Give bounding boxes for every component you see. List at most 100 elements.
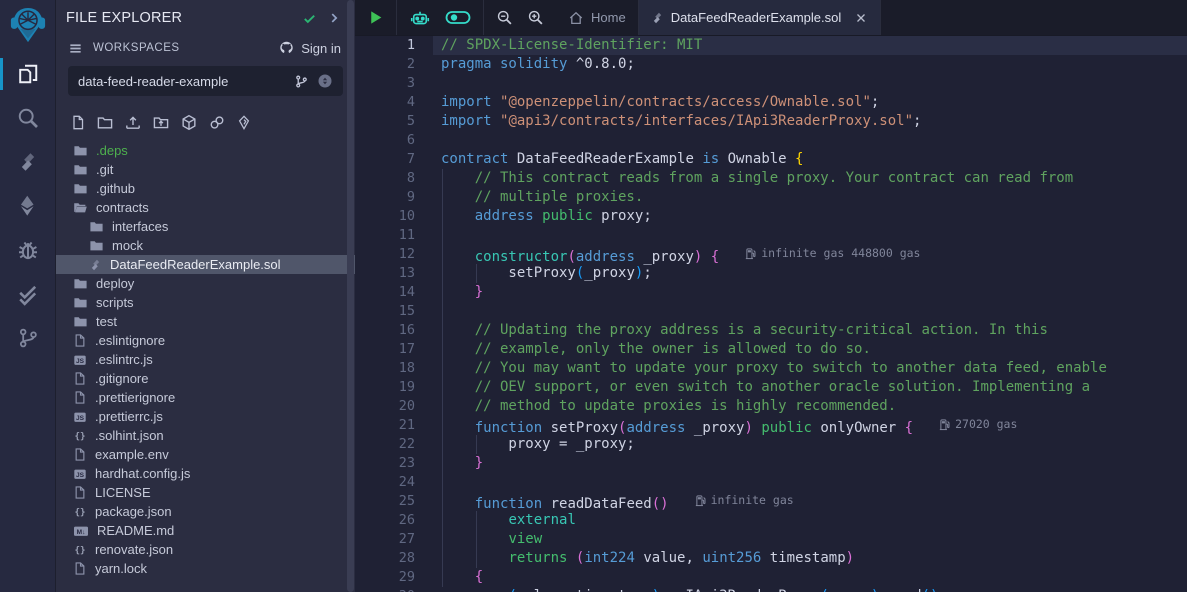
line-number[interactable]: 29 — [355, 568, 441, 587]
code-line[interactable]: 3 — [355, 74, 1187, 93]
solidity-compiler-icon[interactable] — [0, 140, 55, 184]
tree-item-mock[interactable]: mock — [56, 236, 355, 255]
code-line[interactable]: 8 // This contract reads from a single p… — [355, 169, 1187, 188]
new-folder-icon[interactable] — [96, 114, 114, 131]
tree-item-yarn-lock[interactable]: yarn.lock — [56, 559, 355, 578]
line-number[interactable]: 18 — [355, 359, 441, 378]
code-line[interactable]: 11 — [355, 226, 1187, 245]
tree-item-deploy[interactable]: deploy — [56, 274, 355, 293]
code-line[interactable]: 1// SPDX-License-Identifier: MIT — [355, 36, 1187, 55]
sign-in-button[interactable]: Sign in — [278, 40, 341, 56]
code-text[interactable]: (value, timestamp) = IApi3ReaderProxy(pr… — [441, 587, 1187, 592]
tree-item--eslintrc-js[interactable]: JS.eslintrc.js — [56, 350, 355, 369]
code-line[interactable]: 14 } — [355, 283, 1187, 302]
line-number[interactable]: 12 — [355, 245, 441, 264]
code-line[interactable]: 19 // OEV support, or even switch to ano… — [355, 378, 1187, 397]
code-text[interactable]: // Updating the proxy address is a secur… — [441, 321, 1187, 340]
search-icon[interactable] — [0, 96, 55, 140]
code-editor[interactable]: 1// SPDX-License-Identifier: MIT2pragma … — [355, 35, 1187, 592]
line-number[interactable]: 23 — [355, 454, 441, 473]
file-explorer-icon[interactable] — [0, 52, 55, 96]
line-number[interactable]: 10 — [355, 207, 441, 226]
code-text[interactable]: pragma solidity ^0.8.0; — [441, 55, 1187, 74]
tree-item-example-env[interactable]: example.env — [56, 445, 355, 464]
code-line[interactable]: 15 — [355, 302, 1187, 321]
code-line[interactable]: 12 constructor(address _proxy) {infinite… — [355, 245, 1187, 264]
code-text[interactable]: address public proxy; — [441, 207, 1187, 226]
code-text[interactable]: external — [441, 511, 1187, 530]
workspace-selector[interactable]: data-feed-reader-example — [68, 66, 343, 96]
line-number[interactable]: 6 — [355, 131, 441, 150]
code-text[interactable]: // example, only the owner is allowed to… — [441, 340, 1187, 359]
line-number[interactable]: 3 — [355, 74, 441, 93]
tree-item--gitignore[interactable]: .gitignore — [56, 369, 355, 388]
code-line[interactable]: 24 — [355, 473, 1187, 492]
remix-logo-icon[interactable] — [0, 0, 55, 52]
code-line[interactable]: 29 { — [355, 568, 1187, 587]
code-text[interactable] — [441, 131, 1187, 150]
line-number[interactable]: 22 — [355, 435, 441, 454]
zoom-out-icon[interactable] — [496, 9, 513, 26]
code-line[interactable]: 17 // example, only the owner is allowed… — [355, 340, 1187, 359]
code-text[interactable] — [441, 302, 1187, 321]
code-text[interactable] — [441, 473, 1187, 492]
code-line[interactable]: 7contract DataFeedReaderExample is Ownab… — [355, 150, 1187, 169]
code-line[interactable]: 27 view — [355, 530, 1187, 549]
code-text[interactable]: import "@openzeppelin/contracts/access/O… — [441, 93, 1187, 112]
git-branch-icon[interactable] — [294, 74, 309, 89]
code-line[interactable]: 28 returns (int224 value, uint256 timest… — [355, 549, 1187, 568]
panel-chevron-right-icon[interactable] — [327, 11, 341, 25]
gem-icon[interactable] — [236, 114, 252, 131]
tree-item-hardhat-config-js[interactable]: JShardhat.config.js — [56, 464, 355, 483]
line-number[interactable]: 26 — [355, 511, 441, 530]
tree-item-test[interactable]: test — [56, 312, 355, 331]
tree-item-scripts[interactable]: scripts — [56, 293, 355, 312]
ai-copilot-icon[interactable] — [409, 8, 431, 28]
code-text[interactable]: // You may want to update your proxy to … — [441, 359, 1187, 378]
line-number[interactable]: 17 — [355, 340, 441, 359]
publish-gist-icon[interactable] — [208, 114, 226, 131]
new-file-icon[interactable] — [70, 114, 86, 131]
code-line[interactable]: 4import "@openzeppelin/contracts/access/… — [355, 93, 1187, 112]
line-number[interactable]: 5 — [355, 112, 441, 131]
line-number[interactable]: 16 — [355, 321, 441, 340]
code-line[interactable]: 10 address public proxy; — [355, 207, 1187, 226]
code-text[interactable]: } — [441, 454, 1187, 473]
code-text[interactable]: // OEV support, or even switch to anothe… — [441, 378, 1187, 397]
code-line[interactable]: 23 } — [355, 454, 1187, 473]
line-number[interactable]: 14 — [355, 283, 441, 302]
code-text[interactable]: constructor(address _proxy) {infinite ga… — [441, 245, 1187, 264]
upload-folder-icon[interactable] — [152, 114, 170, 131]
code-text[interactable] — [441, 74, 1187, 93]
code-text[interactable]: function setProxy(address _proxy) public… — [441, 416, 1187, 435]
code-line[interactable]: 5import "@api3/contracts/interfaces/IApi… — [355, 112, 1187, 131]
tree-item-contracts[interactable]: contracts — [56, 198, 355, 217]
line-number[interactable]: 15 — [355, 302, 441, 321]
code-text[interactable]: // This contract reads from a single pro… — [441, 169, 1187, 188]
code-text[interactable]: // multiple proxies. — [441, 188, 1187, 207]
tree-item--solhint-json[interactable]: {}.solhint.json — [56, 426, 355, 445]
line-number[interactable]: 7 — [355, 150, 441, 169]
line-number[interactable]: 30 — [355, 587, 441, 592]
tree-item-readme-md[interactable]: M↓README.md — [56, 521, 355, 540]
code-line[interactable]: 21 function setProxy(address _proxy) pub… — [355, 416, 1187, 435]
code-text[interactable] — [441, 226, 1187, 245]
line-number[interactable]: 1 — [355, 36, 441, 55]
tree-item--git[interactable]: .git — [56, 160, 355, 179]
code-text[interactable]: // method to update proxies is highly re… — [441, 397, 1187, 416]
line-number[interactable]: 8 — [355, 169, 441, 188]
code-line[interactable]: 26 external — [355, 511, 1187, 530]
line-number[interactable]: 25 — [355, 492, 441, 511]
tab-datafeedreaderexample-sol[interactable]: DataFeedReaderExample.sol — [638, 0, 882, 35]
line-number[interactable]: 24 — [355, 473, 441, 492]
code-text[interactable]: { — [441, 568, 1187, 587]
code-text[interactable]: } — [441, 283, 1187, 302]
code-line[interactable]: 22 proxy = _proxy; — [355, 435, 1187, 454]
panel-scrollbar[interactable] — [347, 0, 354, 592]
tree-item--eslintignore[interactable]: .eslintignore — [56, 331, 355, 350]
workspaces-menu-icon[interactable] — [68, 41, 83, 56]
line-number[interactable]: 4 — [355, 93, 441, 112]
close-tab-icon[interactable] — [854, 11, 868, 25]
tree-item-datafeedreaderexample-sol[interactable]: DataFeedReaderExample.sol — [56, 255, 355, 274]
code-line[interactable]: 6 — [355, 131, 1187, 150]
